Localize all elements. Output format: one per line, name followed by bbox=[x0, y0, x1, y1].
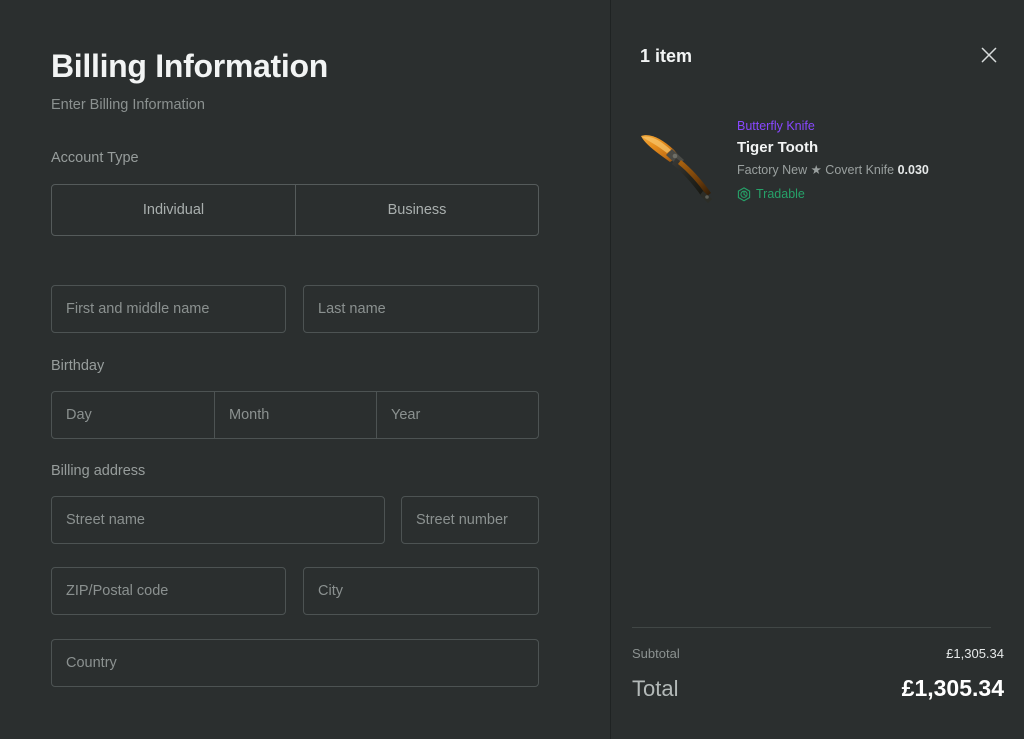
birthday-month-input[interactable]: Month bbox=[214, 392, 376, 438]
tradable-status-badge: Tradable bbox=[737, 186, 1007, 203]
close-icon bbox=[979, 45, 999, 65]
page-subtitle: Enter Billing Information bbox=[51, 97, 205, 113]
subtotal-value: £1,305.34 bbox=[946, 646, 1004, 661]
birthday-day-input[interactable]: Day bbox=[52, 392, 214, 438]
billing-form-scroll-area: Billing Information Enter Billing Inform… bbox=[0, 0, 610, 739]
zip-postal-code-input[interactable]: ZIP/Postal code bbox=[51, 567, 286, 615]
birthday-input-group: Day Month Year bbox=[51, 391, 539, 439]
birthday-label: Birthday bbox=[51, 358, 105, 374]
total-value: £1,305.34 bbox=[901, 675, 1004, 701]
account-type-label: Account Type bbox=[51, 150, 139, 166]
butterfly-knife-icon bbox=[632, 116, 728, 208]
close-button[interactable] bbox=[968, 34, 1010, 76]
account-type-option-individual[interactable]: Individual bbox=[52, 185, 295, 235]
cart-summary-panel: 1 item Butterfly Knife Tiger Tooth Facto… bbox=[611, 0, 1024, 739]
subtotal-label: Subtotal bbox=[632, 646, 680, 661]
checkout-screen: Billing Information Enter Billing Inform… bbox=[0, 0, 1024, 739]
cart-item-count: 1 item bbox=[640, 46, 693, 66]
form-scrollbar-track[interactable] bbox=[549, 0, 557, 739]
page-title: Billing Information bbox=[51, 48, 328, 84]
item-condition-and-type: Factory New ★ Covert Knife bbox=[737, 163, 895, 177]
country-input[interactable]: Country bbox=[51, 639, 539, 687]
totals-divider bbox=[632, 627, 991, 628]
tradable-label: Tradable bbox=[756, 187, 805, 201]
cart-item-row[interactable]: Butterfly Knife Tiger Tooth Factory New … bbox=[632, 112, 1007, 212]
total-label: Total bbox=[632, 676, 679, 701]
billing-form-panel: Billing Information Enter Billing Inform… bbox=[0, 0, 611, 739]
account-type-segmented-control[interactable]: Individual Business bbox=[51, 184, 539, 236]
account-type-option-business[interactable]: Business bbox=[295, 185, 538, 235]
street-number-input[interactable]: Street number bbox=[401, 496, 539, 544]
billing-address-label: Billing address bbox=[51, 463, 146, 479]
item-meta: Factory New ★ Covert Knife 0.030 bbox=[737, 161, 1007, 179]
first-name-input[interactable]: First and middle name bbox=[51, 285, 286, 333]
clock-hexagon-icon bbox=[737, 187, 751, 202]
birthday-year-input[interactable]: Year bbox=[376, 392, 538, 438]
last-name-input[interactable]: Last name bbox=[303, 285, 539, 333]
street-name-input[interactable]: Street name bbox=[51, 496, 385, 544]
item-float-value: 0.030 bbox=[897, 163, 929, 177]
city-input[interactable]: City bbox=[303, 567, 539, 615]
item-name: Tiger Tooth bbox=[737, 139, 819, 156]
cart-item-info: Butterfly Knife Tiger Tooth Factory New … bbox=[728, 112, 1007, 203]
item-category: Butterfly Knife bbox=[737, 119, 815, 133]
